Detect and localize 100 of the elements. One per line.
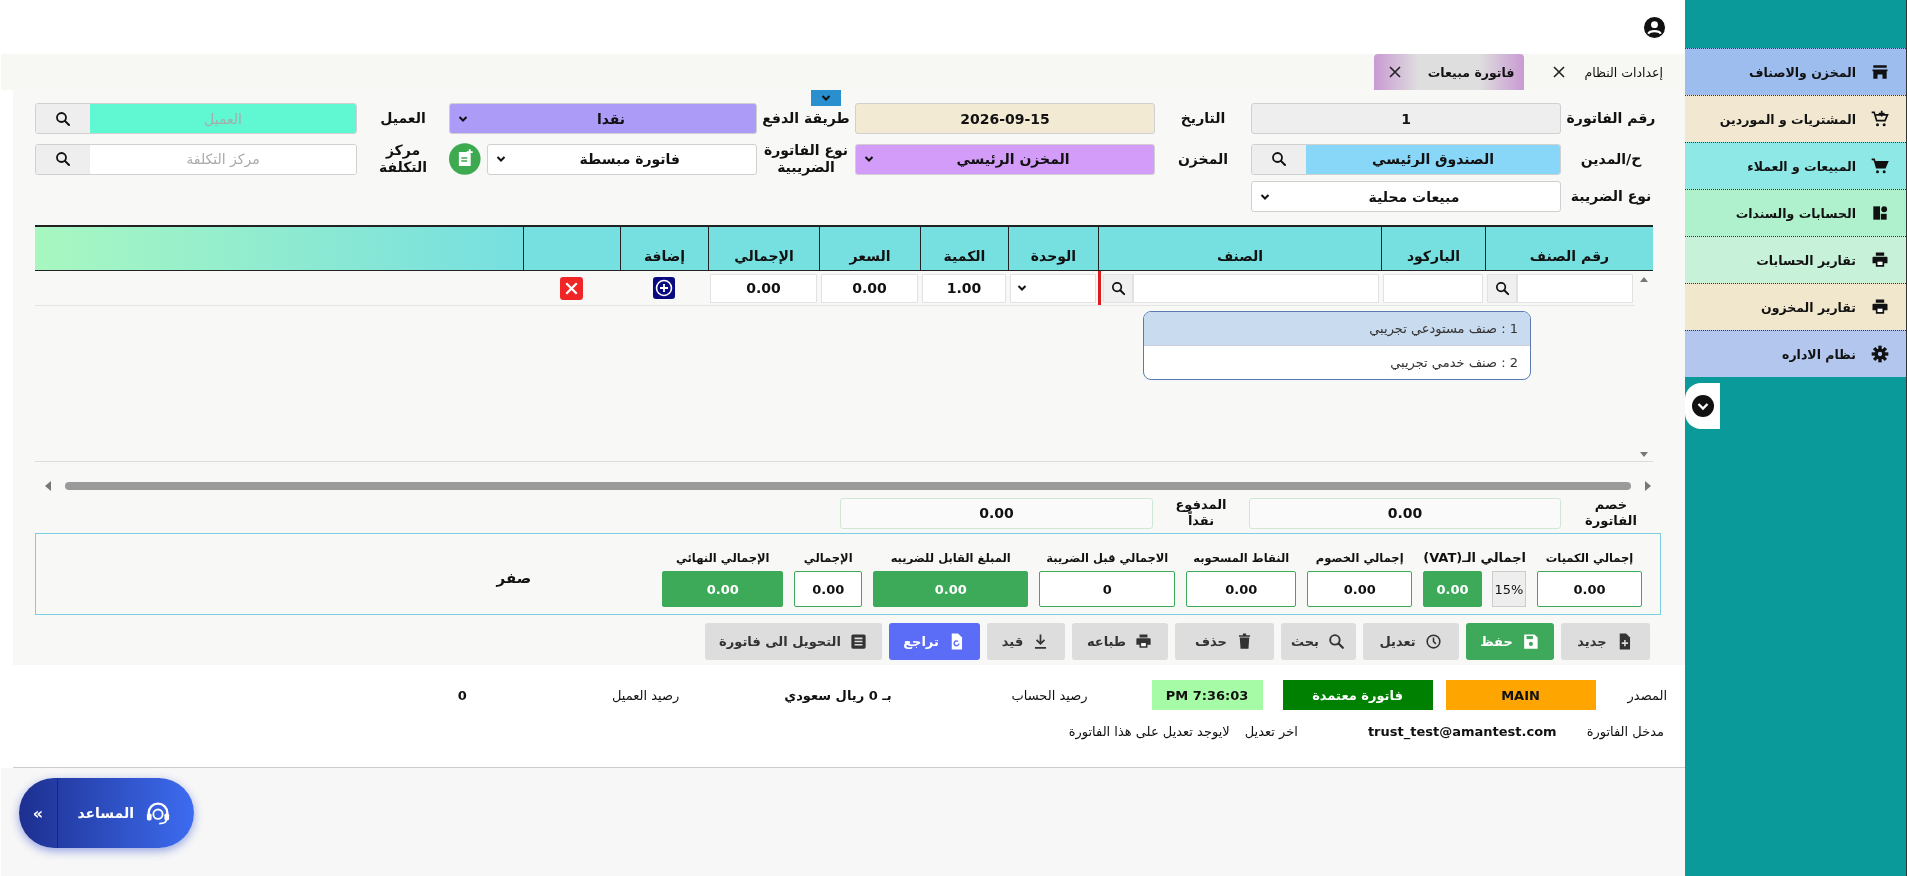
total-value: 0.00 [873,571,1029,607]
note-add-icon[interactable] [449,143,481,175]
dropdown[interactable]: فاتورة مبسطة [486,143,757,175]
dropdown[interactable]: نقدا [449,103,757,134]
field-label: رقم الفاتورة [1565,110,1657,127]
column-header: السعر [819,227,920,270]
user-icon[interactable] [1643,15,1666,39]
search-button[interactable] [1103,273,1133,303]
store-icon [1870,62,1890,82]
total-value: 0.00 [794,571,863,607]
item-number-field[interactable] [1517,273,1633,303]
delete-icon[interactable] [560,276,583,300]
field-label: التاريخ [1179,110,1227,127]
total-value: 0.00 [1537,571,1642,607]
column-header: الإجمالي [708,227,819,270]
tab[interactable]: إعدادات النظام [1544,54,1671,90]
sidebar-item[interactable]: تقارير المخزون [1685,283,1906,330]
caret-icon [821,94,831,102]
total-label: النقاط المسحوبه [1193,551,1290,565]
search-button[interactable] [1487,273,1517,303]
status-badge: MAIN [1445,680,1596,710]
quantity-field[interactable]: 1.00 [922,273,1006,303]
total-label: اجمالي الـ(VAT) [1423,550,1526,565]
input-field[interactable]: 0.00 [1249,497,1561,529]
assistant-button[interactable]: المساعد » [19,778,194,848]
cart-plus-icon [1870,109,1890,129]
printer-icon [1870,250,1890,270]
status-badge: فاتورة معتمدة [1282,680,1433,710]
column-header: الوحدة [1008,227,1098,270]
toolbar-button[interactable]: طباعه [1072,623,1168,660]
status-value: trust_test@amantest.com [1367,723,1557,739]
sidebar-item[interactable]: المشتريات و الموردين [1685,95,1906,142]
close-icon[interactable] [1552,65,1567,79]
status-label: لايوجد تعديل على هذا الفاتورة [1068,723,1230,739]
dropdown[interactable]: المخزن الرئيسي [855,143,1155,175]
amount-in-words: صفر [496,569,532,587]
toolbar-button[interactable]: بحث [1281,623,1356,660]
close-icon[interactable] [1387,65,1402,79]
status-label: مدخل الفاتورة [1586,723,1664,739]
column-header: الصنف [1098,227,1381,270]
field-label: مركز التكلفة [377,142,429,176]
field-label: نوع الضريبة [1569,188,1653,205]
total-value: 0.00 [1423,571,1482,607]
sidebar-item[interactable]: المبيعات و العملاء [1685,142,1906,189]
tab[interactable]: فاتورة مبيعات [1373,54,1525,90]
search-icon [1327,632,1346,651]
total-label: إجمالي الخصوم [1315,551,1404,565]
toolbar-button[interactable]: قيد [987,623,1065,660]
settings-icon [1870,344,1890,364]
input-field[interactable]: 2026-09-15 [855,103,1155,134]
expand-tab[interactable] [1685,383,1720,429]
field-label: المدفوع نقداً [1174,497,1228,529]
list-icon [848,632,868,651]
chevron-down-icon [1691,394,1715,418]
suggestion-item[interactable]: 1 : صنف مستودعي تجريبي [1144,312,1530,345]
toolbar-button[interactable]: التحويل الى فاتورة [705,623,882,660]
sidebar-item[interactable]: نظام الاداره [1685,330,1906,377]
scrollbar-thumb[interactable] [65,482,1631,490]
vat-rate: 15% [1492,571,1526,607]
add-icon[interactable] [653,277,675,299]
cart-icon [1870,156,1890,176]
toolbar-button[interactable]: تعديل [1363,623,1459,660]
field-label: المخزن [1176,150,1230,168]
column-header: الكمية [920,227,1008,270]
price-field[interactable]: 0.00 [821,273,918,303]
input-field[interactable]: 1 [1251,103,1561,134]
suggestion-item[interactable]: 2 : صنف خدمي تجريبي [1144,345,1530,379]
toolbar-button[interactable]: حذف [1175,623,1274,660]
scroll-right-icon[interactable] [1643,480,1653,492]
caret-icon [1260,192,1270,201]
total-label: الاجمالي قبل الضريبة [1046,551,1169,565]
collapse-toggle[interactable] [811,90,841,106]
dropdown[interactable]: مبيعات محلية [1251,181,1561,212]
field-label: نوع الفاتورة الضريبية [762,142,850,176]
sidebar-item[interactable]: المخزن والاصناف [1685,48,1906,95]
toolbar-button[interactable]: تراجع [889,623,980,660]
item-search-field[interactable] [1133,273,1379,303]
search-icon [1109,279,1127,297]
column-header: رقم الصنف [1485,227,1653,270]
total-label: المبلغ القابل للضريبه [890,551,1011,565]
status-badge: PM 7:36:03 [1151,680,1263,710]
input-field[interactable]: 0.00 [840,497,1153,529]
scroll-left-icon[interactable] [43,480,53,492]
column-header: الباركود [1381,227,1485,270]
status-label: رصيد العميل [611,687,680,703]
total-value: 0 [1039,571,1176,607]
caret-icon [1017,284,1027,292]
sidebar-item[interactable]: الحسابات والسندات [1685,189,1906,236]
column-header: إضافة [620,227,708,270]
total-label: إجمالي الكميات [1545,551,1634,565]
total-field[interactable]: 0.00 [710,273,817,303]
barcode-field[interactable] [1383,273,1483,303]
total-label: الإجمالي النهائي [675,551,770,565]
status-value: بـ 0 ريال سعودي [784,687,892,703]
shapes-icon [1870,203,1890,223]
printer-icon [1134,632,1154,651]
field-label: خصم الفاتورة [1584,497,1638,529]
toolbar-button[interactable]: جديد [1561,623,1650,660]
sidebar-item[interactable]: تقارير الحسابات [1685,236,1906,283]
search-icon [1493,279,1511,297]
